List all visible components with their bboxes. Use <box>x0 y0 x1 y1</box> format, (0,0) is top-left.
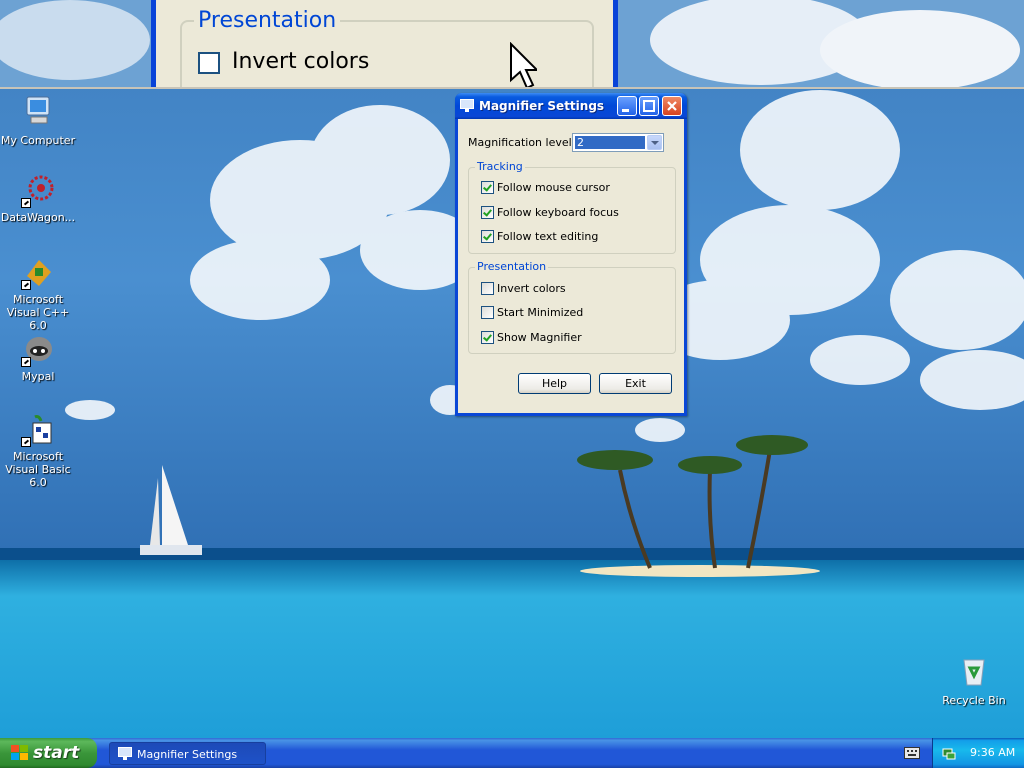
magnifier-settings-window: Magnifier Settings Magnification level: … <box>455 93 687 416</box>
start-minimized-checkbox[interactable] <box>481 306 494 319</box>
magnified-checkbox <box>198 52 220 74</box>
start-label: start <box>33 743 80 763</box>
chevron-down-icon[interactable] <box>647 135 662 150</box>
show-magnifier-checkbox[interactable] <box>481 331 494 344</box>
maximize-button[interactable] <box>639 96 659 116</box>
shortcut-arrow-icon <box>21 280 31 290</box>
recycle-bin-icon <box>963 659 985 686</box>
desktop-icon-label: Mypal <box>21 370 55 383</box>
magnification-label: Magnification level: <box>468 136 576 149</box>
taskbar-button-label: Magnifier Settings <box>137 748 238 761</box>
follow-keyboard-focus-checkbox[interactable] <box>481 206 494 219</box>
desktop-icon-mypal[interactable]: Mypal <box>0 333 78 383</box>
desktop-icon-label: DataWagon... <box>0 211 76 224</box>
close-button[interactable] <box>662 96 682 116</box>
checkbox-label: Follow text editing <box>497 230 599 243</box>
desktop-icon-label: Microsoft Visual Basic 6.0 <box>5 450 71 489</box>
window-title: Magnifier Settings <box>479 99 605 113</box>
title-bar[interactable]: Magnifier Settings <box>455 93 687 119</box>
shortcut-arrow-icon <box>21 357 31 367</box>
network-icon[interactable] <box>942 746 956 760</box>
taskbar-button-magnifier-settings[interactable]: Magnifier Settings <box>109 742 266 765</box>
start-button[interactable]: start <box>0 738 97 768</box>
desktop-icon-recycle-bin[interactable]: Recycle Bin <box>934 654 1014 707</box>
system-tray: 9:36 AM <box>932 738 1024 768</box>
desktop-icon-label: My Computer <box>0 134 76 147</box>
magnified-cursor-icon <box>510 42 537 87</box>
invert-colors-checkbox[interactable] <box>481 282 494 295</box>
shortcut-arrow-icon <box>21 437 31 447</box>
magnifier-app-icon <box>460 99 474 112</box>
minimize-icon <box>622 109 629 112</box>
follow-text-editing-checkbox[interactable] <box>481 230 494 243</box>
presentation-group-title: Presentation <box>475 260 549 273</box>
desktop-icon-visual-basic[interactable]: Microsoft Visual Basic 6.0 <box>0 413 78 489</box>
magnified-group-title: Presentation <box>194 8 341 33</box>
checkbox-label: Invert colors <box>497 282 566 295</box>
tracking-group-title: Tracking <box>475 160 525 173</box>
checkbox-label: Follow keyboard focus <box>497 206 619 219</box>
magnified-dialog: Presentation Invert colors <box>151 0 618 87</box>
shortcut-arrow-icon <box>21 198 31 208</box>
magnification-level-select[interactable]: 2 <box>572 133 664 152</box>
windows-logo-icon <box>11 745 28 760</box>
taskbar: start Magnifier Settings 9:36 AM <box>0 738 1024 768</box>
magnifier-app-icon <box>118 747 132 760</box>
my-computer-icon <box>26 96 50 124</box>
magnifier-view: Presentation Invert colors <box>0 0 1024 89</box>
maximize-icon <box>643 100 655 112</box>
close-icon <box>667 101 677 111</box>
minimize-button[interactable] <box>617 96 637 116</box>
checkbox-label: Follow mouse cursor <box>497 181 610 194</box>
desktop-icon-label: Microsoft Visual C++ 6.0 <box>6 293 70 332</box>
help-button[interactable]: Help <box>518 373 591 394</box>
desktop-icon-label: Recycle Bin <box>942 694 1006 707</box>
magnified-checkbox-label: Invert colors <box>232 49 370 74</box>
desktop-icon-datawagon[interactable]: DataWagon... <box>0 174 78 224</box>
magnification-level-value: 2 <box>575 136 645 149</box>
checkbox-label: Start Minimized <box>497 306 584 319</box>
dialog-client-area: Magnification level: 2 Tracking Follow m… <box>458 119 684 413</box>
keyboard-icon[interactable] <box>904 747 920 759</box>
follow-mouse-cursor-checkbox[interactable] <box>481 181 494 194</box>
clock: 9:36 AM <box>970 746 1016 759</box>
checkbox-label: Show Magnifier <box>497 331 582 344</box>
desktop-icon-my-computer[interactable]: My Computer <box>0 94 78 147</box>
exit-button[interactable]: Exit <box>599 373 672 394</box>
desktop-icon-visual-cpp[interactable]: Microsoft Visual C++ 6.0 <box>0 256 78 332</box>
